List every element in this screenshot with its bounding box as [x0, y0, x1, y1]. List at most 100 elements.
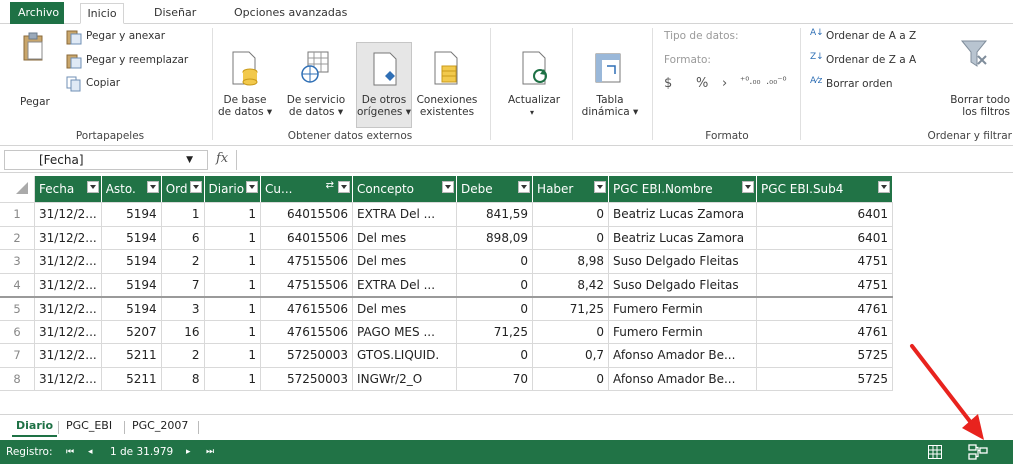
concepto-cell[interactable]: Del mes [352, 226, 458, 250]
filter-dropdown-icon[interactable] [189, 181, 202, 193]
column-header-haber[interactable]: Haber [532, 176, 610, 203]
sub4-cell[interactable]: 5725 [756, 343, 894, 368]
sheet-tab-pgc-2007[interactable]: PGC_2007 [128, 417, 192, 437]
date-cell[interactable]: 31/12/2... [34, 320, 102, 344]
concepto-cell[interactable]: EXTRA Del ... [352, 273, 458, 297]
column-header-pgc-ebi-nombre[interactable]: PGC EBI.Nombre [608, 176, 758, 203]
haber-cell[interactable]: 0,7 [532, 343, 610, 368]
sheet-tab-pgc-ebi[interactable]: PGC_EBI [62, 417, 116, 437]
nombre-cell[interactable]: Fumero Fermin [608, 320, 758, 344]
nombre-cell[interactable]: Afonso Amador Be... [608, 367, 758, 391]
table-row[interactable]: 2 31/12/2... 5194 6 1 64015506 Del mes 898,09 0 B… [0, 226, 894, 250]
diario-cell[interactable]: 1 [204, 249, 262, 274]
grid-view-icon[interactable] [928, 445, 942, 459]
table-row[interactable]: 6 31/12/2... 5207 16 1 47615506 PAGO MES ... 71… [0, 320, 894, 344]
table-row[interactable]: 7 31/12/2... 5211 2 1 57250003 GTOS.LIQUID. 0 0,… [0, 343, 894, 368]
sub4-cell[interactable]: 4751 [756, 273, 894, 297]
next-record-button[interactable]: ▸ [186, 447, 191, 457]
concepto-cell[interactable]: Del mes [352, 249, 458, 274]
haber-cell[interactable]: 0 [532, 367, 610, 391]
sub4-cell[interactable]: 5725 [756, 367, 894, 391]
ord-cell[interactable]: 7 [161, 273, 205, 297]
debe-cell[interactable]: 0 [456, 273, 534, 297]
asto-cell[interactable]: 5194 [101, 249, 162, 274]
cuenta-cell[interactable]: 64015506 [260, 226, 354, 250]
ord-cell[interactable]: 3 [161, 295, 205, 321]
debe-cell[interactable]: 841,59 [456, 202, 534, 227]
select-all-corner[interactable] [0, 176, 35, 203]
tab-archivo[interactable]: Archivo [10, 2, 64, 24]
filter-dropdown-icon[interactable] [518, 181, 531, 193]
fx-icon[interactable]: fx [216, 151, 228, 166]
column-header-asto[interactable]: Asto. [101, 176, 162, 203]
chevron-down-icon[interactable]: ▼ [186, 151, 193, 169]
from-other-sources-button[interactable]: De otros orígenes ▾ [356, 42, 412, 128]
cuenta-cell[interactable]: 47615506 [260, 295, 354, 321]
nombre-cell[interactable]: Suso Delgado Fleitas [608, 273, 758, 297]
nombre-cell[interactable]: Suso Delgado Fleitas [608, 249, 758, 274]
diario-cell[interactable]: 1 [204, 343, 262, 368]
table-row[interactable]: 3 31/12/2... 5194 2 1 47515506 Del mes 0 8,98 Sus… [0, 249, 894, 274]
asto-cell[interactable]: 5194 [101, 202, 162, 227]
table-row[interactable]: 5 31/12/2... 5194 3 1 47615506 Del mes 0 71,25 Fu… [0, 295, 894, 321]
format-dropdown[interactable]: Formato: [664, 54, 711, 66]
table-row[interactable]: 8 31/12/2... 5211 8 1 57250003 INGWr/2_O 70 0 Afo… [0, 367, 894, 391]
asto-cell[interactable]: 5211 [101, 367, 162, 391]
sub4-cell[interactable]: 4761 [756, 320, 894, 344]
nombre-cell[interactable]: Beatriz Lucas Zamora [608, 226, 758, 250]
ord-cell[interactable]: 8 [161, 367, 205, 391]
date-cell[interactable]: 31/12/2... [34, 367, 102, 391]
date-cell[interactable]: 31/12/2... [34, 226, 102, 250]
table-row[interactable]: 1 31/12/2... 5194 1 1 64015506 EXTRA Del ... 84… [0, 202, 894, 227]
tab-opciones-avanzadas[interactable]: Opciones avanzadas [226, 3, 355, 24]
filter-dropdown-icon[interactable] [338, 181, 351, 193]
date-cell[interactable]: 31/12/2... [34, 295, 102, 321]
concepto-cell[interactable]: GTOS.LIQUID. [352, 343, 458, 368]
cuenta-cell[interactable]: 47515506 [260, 273, 354, 297]
column-header-debe[interactable]: Debe [456, 176, 534, 203]
column-header-cuenta[interactable]: Cu... ⇄ [260, 176, 354, 203]
column-header-concepto[interactable]: Concepto [352, 176, 458, 203]
table-row[interactable]: 4 31/12/2... 5194 7 1 47515506 EXTRA Del ... 0 8… [0, 273, 894, 297]
column-header-diario[interactable]: Diario [204, 176, 262, 203]
date-cell[interactable]: 31/12/2... [34, 273, 102, 297]
filter-dropdown-icon[interactable] [594, 181, 607, 193]
cuenta-cell[interactable]: 47615506 [260, 320, 354, 344]
asto-cell[interactable]: 5207 [101, 320, 162, 344]
column-header-ord[interactable]: Ord [161, 176, 205, 203]
sub4-cell[interactable]: 4761 [756, 295, 894, 321]
first-record-button[interactable]: ⏮ [66, 447, 74, 457]
haber-cell[interactable]: 0 [532, 320, 610, 344]
increase-decimal-button[interactable]: ⁺⁰.₀₀ [740, 76, 760, 87]
previous-record-button[interactable]: ◂ [88, 447, 93, 457]
filter-dropdown-icon[interactable] [86, 181, 99, 193]
column-header-pgc-ebi-sub4[interactable]: PGC EBI.Sub4 [756, 176, 894, 203]
debe-cell[interactable]: 0 [456, 343, 534, 368]
sub4-cell[interactable]: 6401 [756, 226, 894, 250]
debe-cell[interactable]: 70 [456, 367, 534, 391]
asto-cell[interactable]: 5194 [101, 226, 162, 250]
diagram-view-icon[interactable] [968, 444, 988, 460]
diario-cell[interactable]: 1 [204, 367, 262, 391]
diario-cell[interactable]: 1 [204, 295, 262, 321]
debe-cell[interactable]: 0 [456, 249, 534, 274]
filter-dropdown-icon[interactable] [742, 181, 755, 193]
last-record-button[interactable]: ⏭ [206, 447, 214, 457]
cuenta-cell[interactable]: 47515506 [260, 249, 354, 274]
sheet-tab-diario[interactable]: Diario [12, 417, 58, 437]
concepto-cell[interactable]: Del mes [352, 295, 458, 321]
concepto-cell[interactable]: EXTRA Del ... [352, 202, 458, 227]
asto-cell[interactable]: 5211 [101, 343, 162, 368]
nombre-cell[interactable]: Afonso Amador Be... [608, 343, 758, 368]
comma-button[interactable]: › [722, 76, 727, 91]
filter-dropdown-icon[interactable] [246, 181, 259, 193]
asto-cell[interactable]: 5194 [101, 273, 162, 297]
haber-cell[interactable]: 0 [532, 226, 610, 250]
currency-button[interactable]: $ [664, 76, 672, 91]
debe-cell[interactable]: 0 [456, 295, 534, 321]
decrease-decimal-button[interactable]: .₀₀⁻⁰ [766, 76, 786, 87]
asto-cell[interactable]: 5194 [101, 295, 162, 321]
column-header-fecha[interactable]: Fecha [34, 176, 102, 203]
nombre-cell[interactable]: Beatriz Lucas Zamora [608, 202, 758, 227]
diario-cell[interactable]: 1 [204, 226, 262, 250]
